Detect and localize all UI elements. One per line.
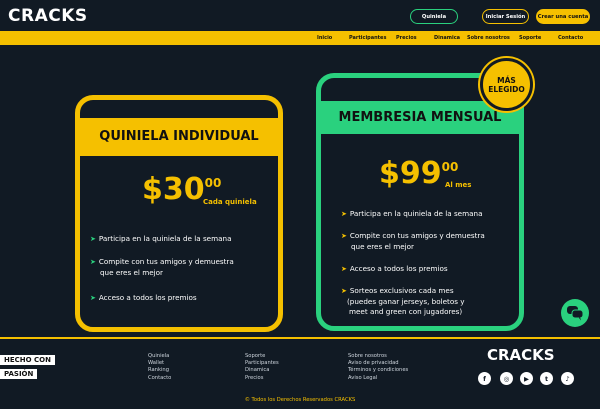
arrow-icon: ➤ <box>341 210 347 218</box>
made-with-label: HECHO CON <box>0 355 55 365</box>
tiktok-icon[interactable]: ♪ <box>561 372 574 385</box>
footer-link[interactable]: Aviso Legal <box>348 375 408 382</box>
footer-link[interactable]: Quiniela <box>148 353 171 360</box>
footer-link[interactable]: Precios <box>245 375 279 382</box>
cracks-logo[interactable]: CRACKS <box>8 6 88 26</box>
arrow-icon: ➤ <box>90 235 96 243</box>
feature-item: ➤ Compite con tus amigos y demuestra que … <box>341 231 485 251</box>
top-bar: CRACKS Quiniela Iniciar Sesión Crear una… <box>0 0 600 31</box>
facebook-icon[interactable]: f <box>478 372 491 385</box>
feature-item: ➤ Acceso a todos los premios <box>90 293 197 302</box>
footer-links-col1: Quiniela Wallet Ranking Contacto <box>148 353 171 382</box>
arrow-icon: ➤ <box>341 232 347 240</box>
footer-links-col2: Soporte Participantes Dinamica Precios <box>245 353 279 382</box>
nav-inicio[interactable]: Inicio <box>317 35 332 41</box>
feature-item: ➤ Participa en la quiniela de la semana <box>90 234 232 243</box>
nav-soporte[interactable]: Soporte <box>519 35 541 41</box>
footer-link[interactable]: Dinamica <box>245 367 279 374</box>
feature-item: ➤ Participa en la quiniela de la semana <box>341 209 483 218</box>
quiniela-button[interactable]: Quiniela <box>410 9 458 24</box>
signup-button[interactable]: Crear una cuenta <box>536 9 590 24</box>
nav-participantes[interactable]: Participantes <box>349 35 386 41</box>
plan-card-individual[interactable]: QUINIELA INDIVIDUAL $3000 Cada quiniela … <box>75 95 283 332</box>
main-nav: Inicio Participantes Precios Dinamica So… <box>0 31 600 45</box>
chat-icon[interactable] <box>561 299 589 327</box>
plan-title: QUINIELA INDIVIDUAL <box>80 118 278 156</box>
youtube-icon[interactable]: ▶ <box>520 372 533 385</box>
twitter-icon[interactable]: t <box>540 372 553 385</box>
feature-item: ➤ Sorteos exclusivos cada mes (puedes gan… <box>341 286 465 316</box>
feature-item: ➤ Compite con tus amigos y demuestra que … <box>90 257 234 277</box>
footer-link[interactable]: Contacto <box>148 375 171 382</box>
nav-precios[interactable]: Precios <box>396 35 417 41</box>
footer-link[interactable]: Wallet <box>148 360 171 367</box>
arrow-icon: ➤ <box>90 294 96 302</box>
footer-link[interactable]: Soporte <box>245 353 279 360</box>
footer-links-col3: Sobre nosotros Aviso de privacidad Térmi… <box>348 353 408 382</box>
arrow-icon: ➤ <box>341 265 347 273</box>
instagram-icon[interactable]: ◎ <box>500 372 513 385</box>
plan-period: Al mes <box>445 181 472 189</box>
copyright-text: © Todos los Derechos Reservados CRACKS <box>244 397 356 403</box>
plan-period: Cada quiniela <box>203 198 257 206</box>
arrow-icon: ➤ <box>341 287 347 295</box>
feature-item: ➤ Acceso a todos los premios <box>341 264 448 273</box>
footer-link[interactable]: Ranking <box>148 367 171 374</box>
footer-link[interactable]: Términos y condiciones <box>348 367 408 374</box>
footer-link[interactable]: Sobre nosotros <box>348 353 408 360</box>
footer-link[interactable]: Participantes <box>245 360 279 367</box>
plan-card-membership[interactable]: MEMBRESIA MENSUAL $9900 Al mes ➤ Particip… <box>316 73 524 331</box>
footer-logo[interactable]: CRACKS <box>487 346 555 364</box>
nav-sobre-nosotros[interactable]: Sobre nosotros <box>467 35 510 41</box>
arrow-icon: ➤ <box>90 258 96 266</box>
plan-title: MEMBRESIA MENSUAL <box>321 101 519 134</box>
nav-contacto[interactable]: Contacto <box>558 35 583 41</box>
nav-dinamica[interactable]: Dinamica <box>434 35 460 41</box>
passion-label: PASIÓN <box>0 369 38 379</box>
most-chosen-badge: MÁS ELEGIDO <box>480 58 533 111</box>
login-button[interactable]: Iniciar Sesión <box>482 9 529 24</box>
